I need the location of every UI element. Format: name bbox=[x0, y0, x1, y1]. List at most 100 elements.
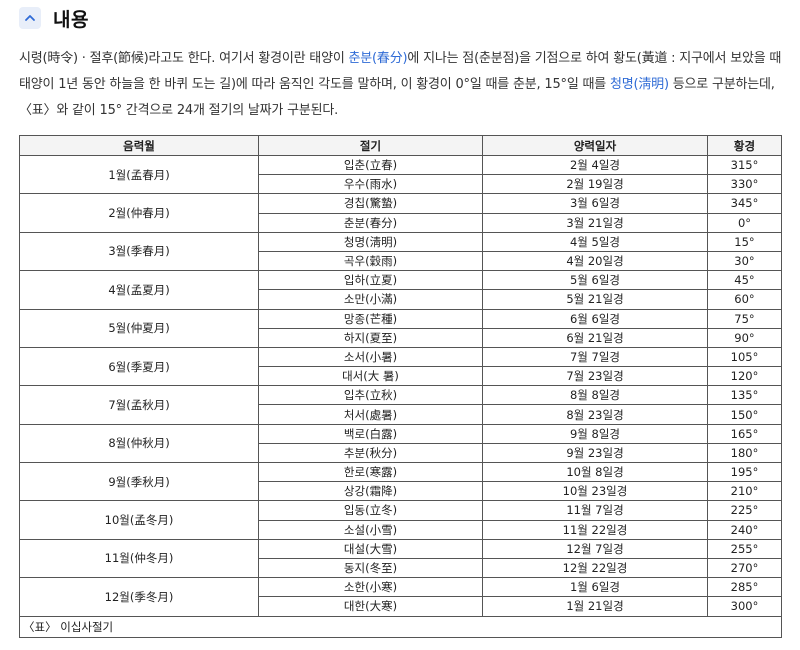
longitude-cell: 225° bbox=[707, 500, 782, 521]
solar-term-cell: 경칩(驚蟄) bbox=[258, 193, 483, 214]
solar-term-cell: 대한(大寒) bbox=[258, 596, 483, 617]
solar-term-cell: 입추(立秋) bbox=[258, 385, 483, 406]
longitude-cell: 165° bbox=[707, 423, 782, 444]
lunar-month-cell: 12월(季冬月) bbox=[19, 577, 259, 617]
solar-term-cell: 대서(大 暑) bbox=[258, 366, 483, 387]
table-row: 10월(孟冬月) 입동(立冬) 11월 7일경 225° bbox=[19, 500, 782, 540]
solar-date-cell: 6월 21일경 bbox=[482, 327, 708, 348]
table-caption-row: 〈표〉 이십사절기 bbox=[19, 615, 782, 638]
lunar-month-cell: 5월(仲夏月) bbox=[19, 308, 259, 348]
longitude-cell: 240° bbox=[707, 519, 782, 540]
longitude-cell: 270° bbox=[707, 557, 782, 579]
solar-term-cell: 소서(小暑) bbox=[258, 346, 483, 368]
table-row: 3월(季春月) 청명(淸明) 4월 5일경 15° bbox=[19, 231, 782, 272]
solar-term-cell: 입하(立夏) bbox=[258, 270, 483, 291]
solar-date-cell: 11월 7일경 bbox=[482, 500, 708, 521]
table-row: 8월(仲秋月) 백로(白露) 9월 8일경 165° bbox=[19, 423, 782, 464]
longitude-cell: 315° bbox=[707, 154, 782, 176]
table-body: 1월(孟春月) 입춘(立春) 2월 4일경 315° 우수(雨水) 2월 19일경 330°… bbox=[19, 154, 782, 617]
longitude-cell: 300° bbox=[707, 596, 782, 617]
solar-term-cell: 백로(白露) bbox=[258, 423, 483, 444]
longitude-cell: 210° bbox=[707, 481, 782, 502]
solar-term-cell: 우수(雨水) bbox=[258, 174, 483, 195]
lunar-month-cell: 4월(孟夏月) bbox=[19, 270, 259, 310]
solar-term-cell: 대설(大雪) bbox=[258, 538, 483, 559]
lunar-month-cell: 10월(孟冬月) bbox=[19, 500, 259, 540]
collapse-toggle-button[interactable] bbox=[19, 7, 41, 29]
lunar-month-cell: 7월(孟秋月) bbox=[19, 385, 259, 425]
solar-term-cell: 곡우(穀雨) bbox=[258, 250, 483, 272]
longitude-cell: 330° bbox=[707, 174, 782, 195]
longitude-cell: 75° bbox=[707, 308, 782, 329]
header-solar-date: 양력일자 bbox=[482, 135, 708, 156]
solar-date-cell: 7월 23일경 bbox=[482, 366, 708, 387]
solar-term-cell: 소설(小雪) bbox=[258, 519, 483, 540]
longitude-cell: 135° bbox=[707, 385, 782, 406]
solar-date-cell: 5월 6일경 bbox=[482, 270, 708, 291]
solar-date-cell: 12월 7일경 bbox=[482, 538, 708, 559]
link-cheongmyeong[interactable]: 청명(淸明) bbox=[610, 77, 669, 92]
solar-date-cell: 9월 23일경 bbox=[482, 442, 708, 464]
solar-term-cell: 추분(秋分) bbox=[258, 442, 483, 464]
solar-term-cell: 동지(冬至) bbox=[258, 557, 483, 579]
lunar-month-cell: 9월(季秋月) bbox=[19, 461, 259, 502]
table-row: 12월(季冬月) 소한(小寒) 1월 6일경 285° bbox=[19, 577, 782, 617]
solar-date-cell: 12월 22일경 bbox=[482, 557, 708, 579]
solar-date-cell: 5월 21일경 bbox=[482, 289, 708, 310]
longitude-cell: 105° bbox=[707, 346, 782, 368]
solar-date-cell: 1월 21일경 bbox=[482, 596, 708, 617]
longitude-cell: 60° bbox=[707, 289, 782, 310]
longitude-cell: 255° bbox=[707, 538, 782, 559]
solar-terms-table: 음력월 절기 양력일자 황경 1월(孟春月) 입춘(立春) 2월 4일경 315° 우수… bbox=[19, 135, 782, 638]
table-row: 11월(仲冬月) 대설(大雪) 12월 7일경 255° bbox=[19, 538, 782, 579]
intro-text-1: 시령(時令) · 절후(節候)라고도 한다. 여기서 황경이란 태양이 bbox=[19, 51, 349, 66]
solar-date-cell: 10월 8일경 bbox=[482, 461, 708, 483]
table-header-row: 음력월 절기 양력일자 황경 bbox=[19, 135, 782, 156]
longitude-cell: 30° bbox=[707, 250, 782, 272]
solar-date-cell: 2월 19일경 bbox=[482, 174, 708, 195]
solar-date-cell: 11월 22일경 bbox=[482, 519, 708, 540]
table-row: 2월(仲春月) 경칩(驚蟄) 3월 6일경 345° bbox=[19, 193, 782, 233]
solar-term-cell: 소한(小寒) bbox=[258, 577, 483, 598]
solar-term-cell: 입춘(立春) bbox=[258, 154, 483, 176]
solar-term-cell: 하지(夏至) bbox=[258, 327, 483, 348]
longitude-cell: 120° bbox=[707, 366, 782, 387]
solar-term-cell: 입동(立冬) bbox=[258, 500, 483, 521]
solar-date-cell: 10월 23일경 bbox=[482, 481, 708, 502]
solar-term-cell: 망종(芒種) bbox=[258, 308, 483, 329]
solar-term-cell: 한로(寒露) bbox=[258, 461, 483, 483]
table-row: 1월(孟春月) 입춘(立春) 2월 4일경 315° bbox=[19, 154, 782, 195]
solar-date-cell: 1월 6일경 bbox=[482, 577, 708, 598]
section-title: 내용 bbox=[53, 8, 89, 31]
table-row: 4월(孟夏月) 입하(立夏) 5월 6일경 45° bbox=[19, 270, 782, 310]
table-caption: 〈표〉 이십사절기 bbox=[19, 615, 782, 638]
lunar-month-cell: 8월(仲秋月) bbox=[19, 423, 259, 464]
solar-date-cell: 8월 23일경 bbox=[482, 404, 708, 425]
longitude-cell: 285° bbox=[707, 577, 782, 598]
table-row: 7월(孟秋月) 입추(立秋) 8월 8일경 135° bbox=[19, 385, 782, 425]
longitude-cell: 180° bbox=[707, 442, 782, 464]
longitude-cell: 45° bbox=[707, 270, 782, 291]
longitude-cell: 15° bbox=[707, 231, 782, 252]
lunar-month-cell: 2월(仲春月) bbox=[19, 193, 259, 233]
lunar-month-cell: 1월(孟春月) bbox=[19, 154, 259, 195]
solar-term-cell: 춘분(春分) bbox=[258, 212, 483, 233]
solar-term-cell: 상강(霜降) bbox=[258, 481, 483, 502]
intro-paragraph: 시령(時令) · 절후(節候)라고도 한다. 여기서 황경이란 태양이 춘분(春… bbox=[19, 46, 784, 124]
solar-term-cell: 소만(小滿) bbox=[258, 289, 483, 310]
solar-date-cell: 3월 6일경 bbox=[482, 193, 708, 214]
solar-date-cell: 6월 6일경 bbox=[482, 308, 708, 329]
header-longitude: 황경 bbox=[707, 135, 782, 156]
table-row: 6월(季夏月) 소서(小暑) 7월 7일경 105° bbox=[19, 346, 782, 387]
lunar-month-cell: 11월(仲冬月) bbox=[19, 538, 259, 579]
table-row: 9월(季秋月) 한로(寒露) 10월 8일경 195° bbox=[19, 461, 782, 502]
solar-date-cell: 8월 8일경 bbox=[482, 385, 708, 406]
solar-date-cell: 4월 5일경 bbox=[482, 231, 708, 252]
chevron-up-icon bbox=[25, 15, 35, 21]
table-row: 5월(仲夏月) 망종(芒種) 6월 6일경 75° bbox=[19, 308, 782, 348]
solar-date-cell: 7월 7일경 bbox=[482, 346, 708, 368]
section-header: 내용 bbox=[19, 6, 89, 31]
longitude-cell: 90° bbox=[707, 327, 782, 348]
link-chunbun[interactable]: 춘분(春分) bbox=[349, 51, 408, 66]
header-solar-term: 절기 bbox=[258, 135, 483, 156]
